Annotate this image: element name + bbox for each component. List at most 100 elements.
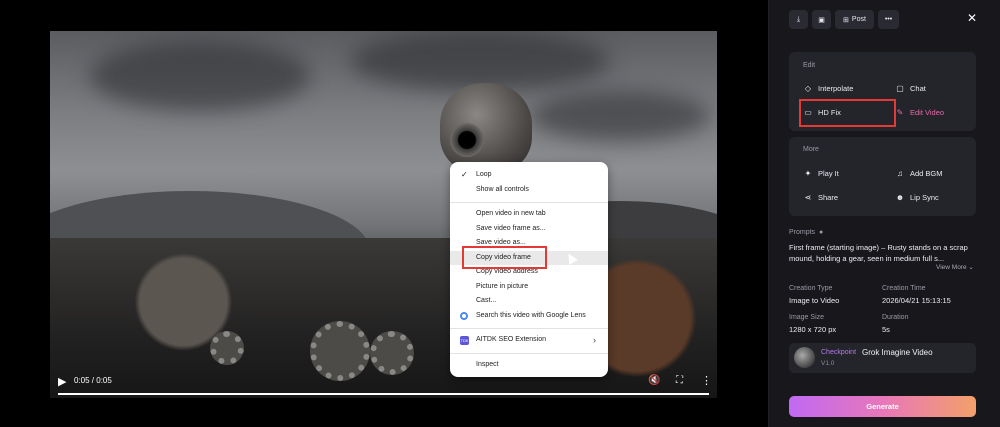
- model-avatar: [794, 347, 815, 368]
- save-icon: ▣: [818, 16, 825, 24]
- share-label: Share: [818, 193, 839, 202]
- menu-divider: [450, 328, 608, 329]
- add-bgm-button[interactable]: ♫ Add BGM: [895, 169, 943, 178]
- chat-button[interactable]: ▢ Chat: [895, 84, 926, 93]
- menu-item-open-new-tab[interactable]: Open video in new tab: [450, 207, 608, 222]
- video-player[interactable]: [50, 31, 717, 398]
- interpolate-button[interactable]: ◇ Interpolate: [803, 84, 854, 93]
- post-button[interactable]: ⊞ Post: [835, 10, 874, 29]
- share-icon: ⋖: [804, 193, 812, 202]
- extension-icon: TDK: [460, 336, 469, 345]
- menu-item-label: Search this video with Google Lens: [476, 311, 586, 319]
- chevron-down-icon: ⌄: [968, 264, 974, 271]
- image-size-value: 1280 x 720 px: [789, 325, 837, 334]
- share-button[interactable]: ⋖ Share: [803, 193, 838, 202]
- video-controls: ▶ 0:05 / 0:05 🔇 ⛶ ⋮: [50, 370, 717, 398]
- menu-item-label: Save video frame as...: [476, 224, 546, 232]
- model-name: Grok Imagine Video: [862, 348, 933, 357]
- play-it-button[interactable]: ✦ Play It: [803, 169, 839, 178]
- menu-item-label: Loop: [476, 171, 492, 178]
- google-lens-icon: [460, 311, 468, 320]
- menu-item-loop[interactable]: ✓ Loop: [450, 168, 608, 183]
- duration-label: Duration: [882, 314, 909, 321]
- menu-item-copy-frame[interactable]: Copy video frame: [450, 250, 608, 265]
- menu-item-label: Picture in picture: [476, 282, 529, 290]
- play-icon[interactable]: ▶: [58, 375, 66, 388]
- menu-item-label: Inspect: [476, 360, 499, 368]
- generate-button[interactable]: Generate: [789, 396, 976, 417]
- check-icon: ✓: [461, 170, 468, 179]
- menu-item-label: AITDK SEO Extension: [476, 336, 547, 343]
- creation-type-label: Creation Type: [789, 285, 833, 292]
- more-vertical-icon[interactable]: ⋮: [701, 374, 712, 387]
- video-time: 0:05 / 0:05: [74, 376, 112, 385]
- chat-icon: ▢: [896, 84, 904, 93]
- menu-divider: [450, 202, 608, 203]
- prompt-text: First frame (starting image) – Rusty sta…: [789, 243, 968, 263]
- context-menu: ✓ Loop Show all controls Open video in n…: [450, 162, 608, 377]
- video-progress-bar[interactable]: [58, 393, 709, 395]
- menu-item-label: Open video in new tab: [476, 210, 546, 217]
- add-bgm-label: Add BGM: [910, 169, 943, 178]
- menu-item-show-all-controls[interactable]: Show all controls: [450, 183, 608, 198]
- menu-item-aitdk-extension[interactable]: TDK AITDK SEO Extension ›: [450, 333, 608, 348]
- menu-item-label: Save video as...: [476, 239, 526, 246]
- cloud-shape: [90, 41, 310, 111]
- more-options-button[interactable]: •••: [878, 10, 899, 29]
- gear-shape: [370, 331, 414, 375]
- robot-figure: [440, 83, 532, 191]
- chat-label: Chat: [910, 84, 926, 93]
- more-card: More ✦ Play It ♫ Add BGM ⋖ Share ☻ Lip S…: [789, 137, 976, 216]
- menu-item-label: Copy video address: [476, 268, 538, 275]
- close-icon[interactable]: ✕: [967, 11, 977, 25]
- edit-video-button[interactable]: ✎ Edit Video: [895, 108, 944, 117]
- menu-item-cast[interactable]: Cast...: [450, 294, 608, 309]
- model-card[interactable]: Checkpoint Grok Imagine Video V1.0: [789, 343, 976, 373]
- creation-time-value: 2026/04/21 15:13:15: [882, 296, 951, 305]
- sparkle-icon: ✦: [804, 169, 812, 178]
- more-title: More: [803, 146, 819, 153]
- edit-title: Edit: [803, 62, 816, 69]
- cloud-shape: [350, 31, 610, 91]
- menu-item-save-video[interactable]: Save video as...: [450, 236, 608, 251]
- edit-video-label: Edit Video: [910, 108, 945, 117]
- menu-item-inspect[interactable]: Inspect: [450, 358, 608, 373]
- play-it-label: Play It: [818, 169, 839, 178]
- image-size-label: Image Size: [789, 314, 825, 321]
- model-version: V1.0: [821, 360, 835, 367]
- edit-card: Edit ◇ Interpolate ▢ Chat ▭ HD Fix ✎ Edi…: [789, 52, 976, 131]
- lip-sync-button[interactable]: ☻ Lip Sync: [895, 193, 939, 202]
- fullscreen-icon[interactable]: ⛶: [676, 375, 683, 386]
- save-button[interactable]: ▣: [812, 10, 831, 29]
- view-more-label: View More: [936, 264, 967, 271]
- magic-wand-icon: ✎: [896, 108, 904, 117]
- chevron-right-icon: ›: [593, 335, 596, 345]
- more-icon: •••: [884, 16, 893, 23]
- post-icon: ⊞: [843, 16, 849, 24]
- menu-item-picture-in-picture[interactable]: Picture in picture: [450, 280, 608, 295]
- menu-item-label: Copy video frame: [476, 253, 531, 261]
- creation-time-label: Creation Time: [882, 285, 926, 292]
- prompts-label: Prompts: [789, 229, 816, 236]
- music-icon: ♫: [897, 169, 903, 178]
- creation-type-value: Image to Video: [789, 296, 840, 305]
- download-button[interactable]: ⤓: [789, 10, 808, 29]
- post-label: Post: [851, 16, 866, 23]
- checkpoint-badge: Checkpoint: [821, 349, 857, 356]
- interpolate-label: Interpolate: [818, 84, 854, 93]
- interpolate-icon: ◇: [804, 84, 812, 93]
- details-panel: ⤓ ▣ ⊞ Post ••• ✕ Edit ◇ Interpolate ▢ Ch…: [768, 0, 1000, 427]
- video-viewer: ▶ 0:05 / 0:05 🔇 ⛶ ⋮ ✓ Loop Show all cont…: [0, 0, 768, 427]
- robot-eye: [450, 123, 484, 157]
- menu-item-label: Cast...: [476, 297, 497, 304]
- view-more-link[interactable]: View More ⌄: [936, 263, 974, 271]
- lip-sync-label: Lip Sync: [910, 193, 939, 202]
- menu-item-copy-address[interactable]: Copy video address: [450, 265, 608, 280]
- mute-icon[interactable]: 🔇: [648, 375, 660, 386]
- cloud-shape: [530, 91, 710, 141]
- prompt-info-icon: ●: [819, 229, 824, 236]
- menu-item-label: Show all controls: [476, 185, 529, 193]
- menu-item-google-lens[interactable]: Search this video with Google Lens: [450, 309, 608, 324]
- menu-item-save-frame[interactable]: Save video frame as...: [450, 222, 608, 237]
- gear-shape: [210, 331, 244, 365]
